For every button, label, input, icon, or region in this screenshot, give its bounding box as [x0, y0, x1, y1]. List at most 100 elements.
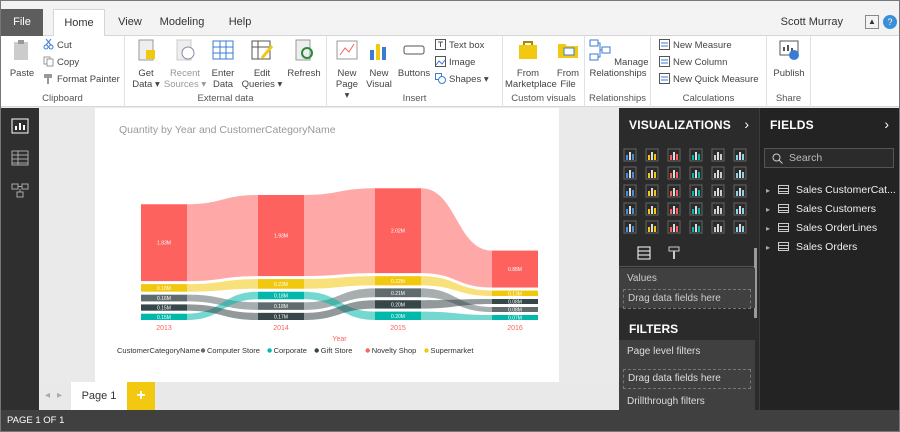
- visual-type-icon[interactable]: [711, 166, 725, 180]
- report-page[interactable]: Quantity by Year and CustomerCategoryNam…: [95, 108, 559, 382]
- new-visual-button[interactable]: New Visual: [365, 38, 393, 90]
- fields-search-input[interactable]: Search: [764, 148, 894, 168]
- expand-arrow-icon[interactable]: ▸: [766, 183, 774, 199]
- visual-type-icon[interactable]: [667, 184, 681, 198]
- visual-type-icon[interactable]: [645, 202, 659, 216]
- legend-item[interactable]: Novelty Shop: [372, 346, 417, 355]
- visual-type-icon[interactable]: [623, 202, 637, 216]
- prev-page-arrow[interactable]: ◂: [45, 390, 50, 401]
- signed-in-user[interactable]: Scott Murray: [781, 9, 843, 36]
- field-table-item[interactable]: ▸ Sales OrderLines: [766, 220, 877, 236]
- visual-type-icon[interactable]: [733, 202, 747, 216]
- visual-type-icon[interactable]: [733, 148, 747, 162]
- x-axis-title: Year: [332, 336, 347, 343]
- tab-home[interactable]: Home: [53, 9, 105, 37]
- visual-type-icon[interactable]: [667, 148, 681, 162]
- enter-data-button[interactable]: Enter Data: [209, 38, 237, 90]
- chevron-right-icon[interactable]: ›: [884, 116, 889, 132]
- visual-type-icon[interactable]: [645, 148, 659, 162]
- help-icon[interactable]: ?: [883, 15, 897, 29]
- get-data-button[interactable]: Get Data ▾: [129, 38, 163, 90]
- expand-arrow-icon[interactable]: ▸: [766, 240, 774, 256]
- copy-button[interactable]: Copy: [43, 55, 79, 71]
- visual-type-icon[interactable]: [623, 184, 637, 198]
- visual-type-icon[interactable]: [645, 220, 659, 234]
- refresh-button[interactable]: Refresh: [287, 38, 321, 79]
- ribbon-band[interactable]: [421, 188, 492, 288]
- legend-item[interactable]: Corporate: [274, 346, 307, 355]
- visual-type-icon[interactable]: [711, 202, 725, 216]
- cut-button[interactable]: Cut: [43, 38, 72, 54]
- ribbon-band[interactable]: [304, 188, 375, 277]
- expand-arrow-icon[interactable]: ▸: [766, 202, 774, 218]
- values-drop-zone[interactable]: Drag data fields here: [623, 289, 751, 309]
- paint-roller-icon[interactable]: [667, 246, 681, 260]
- new-quick-measure-button[interactable]: New Quick Measure: [659, 72, 759, 88]
- visual-type-icon[interactable]: [645, 166, 659, 180]
- visual-type-icon[interactable]: [711, 220, 725, 234]
- filters-drop-zone[interactable]: Drag data fields here: [623, 369, 751, 389]
- ribbon-chart[interactable]: 0.16M 0.18M 0.21M 0.08M 0.15M 0.18M 0.20M 0.07M…: [95, 108, 559, 382]
- visual-type-icon[interactable]: [689, 166, 703, 180]
- ribbon-band[interactable]: [187, 195, 258, 282]
- new-measure-button[interactable]: New Measure: [659, 38, 732, 54]
- paste-button[interactable]: Paste: [7, 38, 37, 79]
- tab-file[interactable]: File: [1, 9, 43, 36]
- edit-queries-button[interactable]: Edit Queries ▾: [241, 38, 283, 90]
- visual-type-icon[interactable]: [667, 202, 681, 216]
- relationships-view-icon[interactable]: [11, 182, 29, 198]
- ribbon-band[interactable]: [187, 279, 258, 292]
- visual-type-icon[interactable]: [689, 220, 703, 234]
- fields-well-icon[interactable]: [637, 246, 651, 260]
- visual-type-icon[interactable]: [645, 184, 659, 198]
- text-box-button[interactable]: Text box: [435, 38, 484, 54]
- manage-relationships-button[interactable]: Manage Relationships: [587, 38, 649, 79]
- visual-type-icon[interactable]: [667, 166, 681, 180]
- ribbon-band[interactable]: [304, 276, 375, 289]
- legend-item[interactable]: Gift Store: [321, 346, 353, 355]
- visual-type-icon[interactable]: [711, 148, 725, 162]
- tab-view[interactable]: View: [113, 9, 147, 36]
- buttons-button[interactable]: Buttons: [397, 38, 431, 79]
- visual-type-icon[interactable]: [623, 220, 637, 234]
- visual-type-icon[interactable]: [689, 148, 703, 162]
- page-tab-page-1[interactable]: Page 1: [71, 382, 127, 410]
- report-view-icon[interactable]: [11, 118, 29, 134]
- ribbon-band[interactable]: [421, 311, 492, 320]
- next-page-arrow[interactable]: ▸: [57, 390, 62, 401]
- expand-arrow-icon[interactable]: ▸: [766, 221, 774, 237]
- field-table-item[interactable]: ▸ Sales CustomerCat...: [766, 182, 896, 198]
- tab-help[interactable]: Help: [225, 9, 255, 36]
- visual-type-icon[interactable]: [689, 202, 703, 216]
- new-page-button[interactable]: New Page ▾: [333, 38, 361, 101]
- tab-modeling[interactable]: Modeling: [157, 9, 207, 36]
- visual-type-icon[interactable]: [733, 220, 747, 234]
- field-table-item[interactable]: ▸ Sales Orders: [766, 239, 857, 255]
- visual-type-icon[interactable]: [733, 184, 747, 198]
- copy-label: Copy: [57, 57, 80, 68]
- collapse-ribbon-button[interactable]: ▲: [865, 15, 879, 29]
- chevron-right-icon[interactable]: ›: [744, 116, 749, 132]
- x-tick-label: 2014: [273, 325, 289, 332]
- shapes-button[interactable]: Shapes ▾: [435, 72, 489, 88]
- format-painter-button[interactable]: Format Painter: [43, 72, 120, 88]
- from-marketplace-button[interactable]: From Marketplace: [505, 38, 557, 90]
- format-painter-label: Format Painter: [57, 74, 120, 85]
- recent-sources-button[interactable]: Recent Sources ▾: [163, 38, 207, 90]
- visual-type-icon[interactable]: [733, 166, 747, 180]
- new-column-button[interactable]: New Column: [659, 55, 727, 71]
- field-table-item[interactable]: ▸ Sales Customers: [766, 201, 876, 217]
- publish-button[interactable]: Publish: [769, 38, 809, 79]
- data-view-icon[interactable]: [11, 150, 29, 166]
- add-page-button[interactable]: +: [127, 382, 155, 410]
- filters-well: Page level filters Drag data fields here…: [619, 340, 755, 410]
- visual-type-icon[interactable]: [711, 184, 725, 198]
- visual-type-icon[interactable]: [667, 220, 681, 234]
- from-file-button[interactable]: From File: [553, 38, 583, 90]
- visual-type-icon[interactable]: [689, 184, 703, 198]
- visual-type-icon[interactable]: [623, 166, 637, 180]
- visual-type-icon[interactable]: [623, 148, 637, 162]
- legend-item[interactable]: Computer Store: [207, 346, 260, 355]
- legend-item[interactable]: Supermarket: [431, 346, 475, 355]
- image-button[interactable]: Image: [435, 55, 475, 71]
